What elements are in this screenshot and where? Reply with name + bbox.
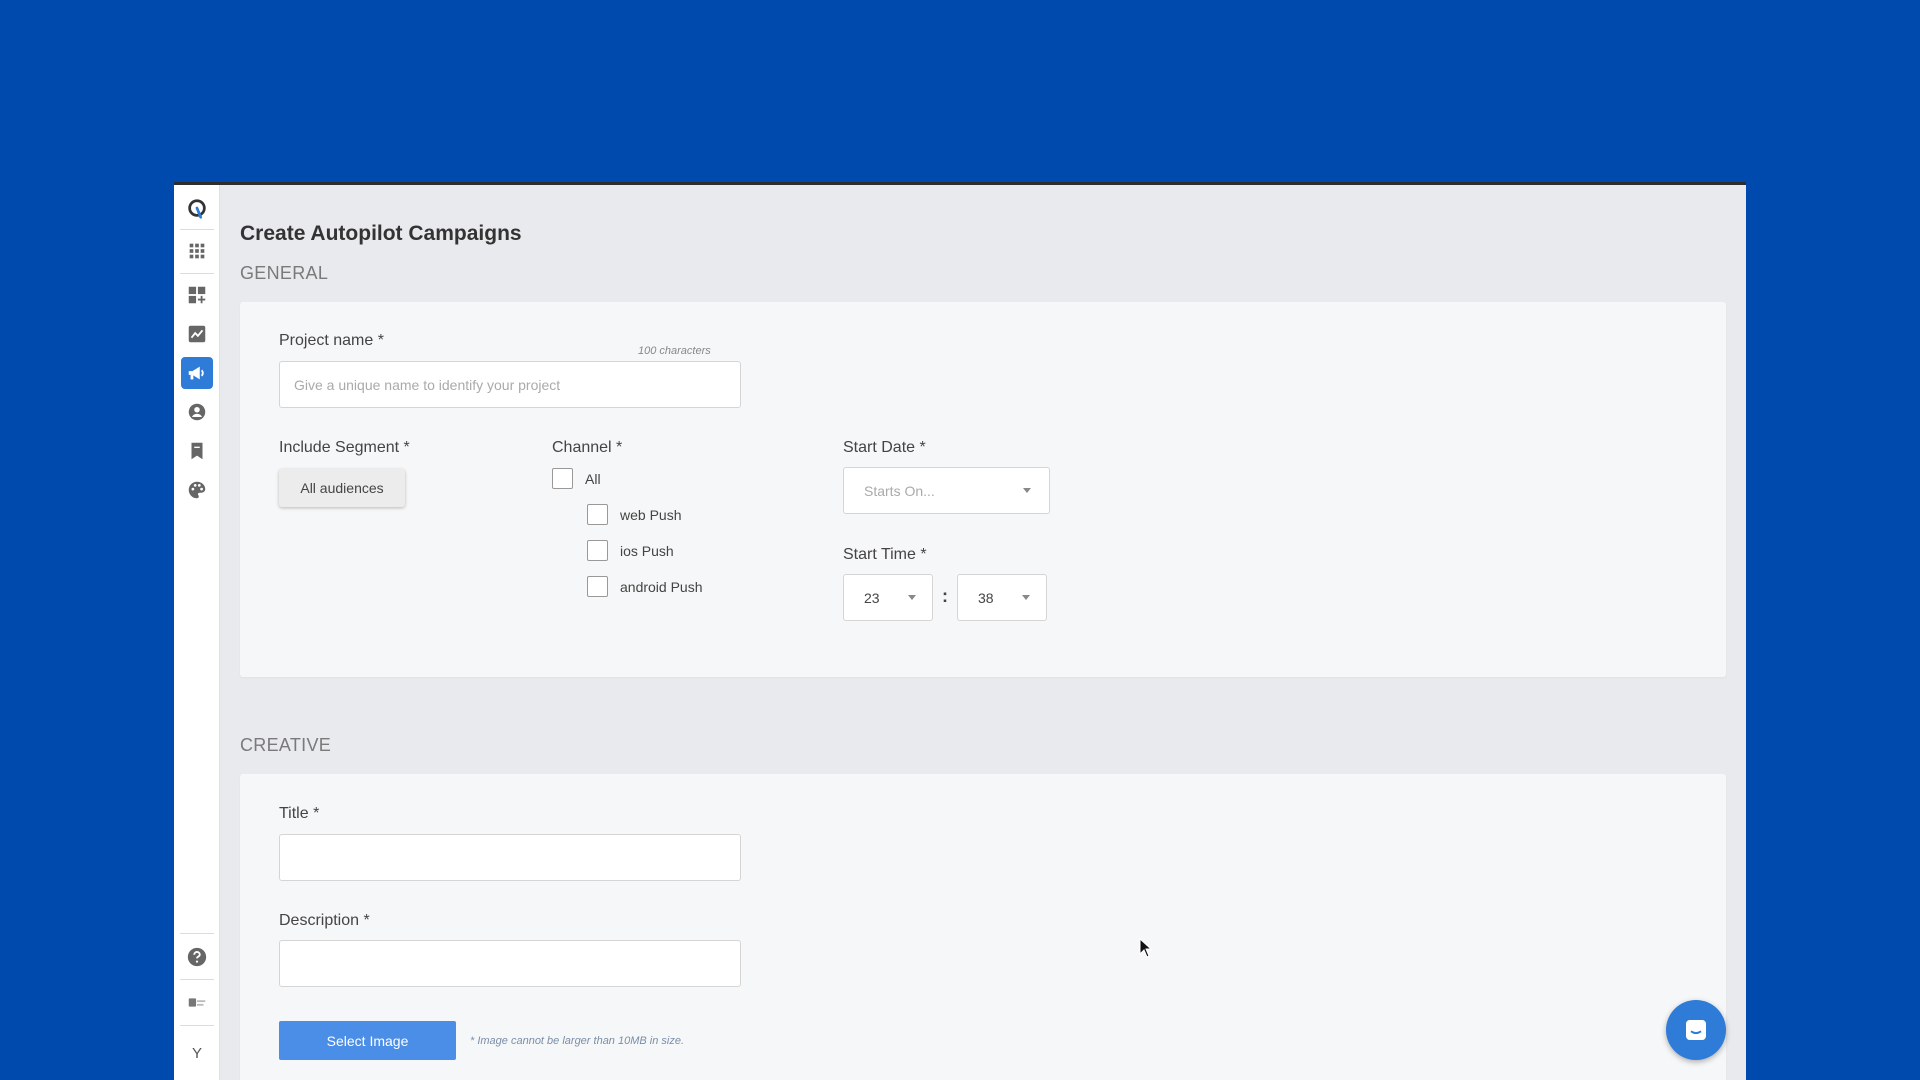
title-label: Title * — [279, 805, 320, 822]
channel-option-all[interactable]: All — [552, 468, 601, 489]
section-label-creative: CREATIVE — [240, 735, 332, 755]
chevron-down-icon — [1022, 595, 1030, 600]
sidebar-divider — [180, 933, 214, 934]
sidebar-divider — [180, 229, 214, 230]
chevron-down-icon — [908, 595, 916, 600]
general-card: Project name * 100 characters Include Se… — [240, 302, 1726, 677]
project-name-char-hint: 100 characters — [638, 345, 711, 357]
sidebar-divider — [180, 979, 214, 980]
description-label: Description * — [279, 912, 370, 929]
chat-launcher-button[interactable] — [1666, 1000, 1726, 1060]
apps-grid-icon[interactable] — [181, 235, 213, 267]
image-size-note: * Image cannot be larger than 10MB in si… — [470, 1035, 685, 1047]
start-time-hour-select[interactable]: 23 — [843, 574, 933, 621]
user-initial: Y — [191, 1044, 202, 1062]
checkbox-label: android Push — [620, 578, 703, 595]
minute-value: 38 — [978, 589, 994, 606]
start-time-minute-select[interactable]: 38 — [957, 574, 1047, 621]
help-circle-icon[interactable] — [181, 941, 213, 973]
checkbox-label: All — [585, 470, 601, 487]
app-window: Y Create Autopilot Campaigns GENERAL Pro… — [174, 182, 1746, 1080]
start-time-label: Start Time * — [843, 546, 927, 563]
mouse-pointer-icon — [1139, 938, 1153, 958]
project-name-label: Project name * — [279, 332, 384, 349]
title-input[interactable] — [279, 834, 741, 881]
start-date-select[interactable]: Starts On... — [843, 467, 1050, 514]
page-title: Create Autopilot Campaigns — [240, 222, 522, 245]
creative-card: Title * Description * Select Image * Ima… — [240, 774, 1726, 1080]
dashboard-add-icon[interactable] — [181, 279, 213, 311]
analytics-chart-icon[interactable] — [181, 318, 213, 350]
main-content: Create Autopilot Campaigns GENERAL Proje… — [220, 185, 1746, 1080]
channel-label: Channel * — [552, 439, 623, 456]
chevron-down-icon — [1023, 488, 1031, 493]
brand-badge-icon[interactable] — [181, 987, 213, 1019]
project-name-input[interactable] — [279, 361, 741, 408]
description-input[interactable] — [279, 940, 741, 987]
channel-option-web-push[interactable]: web Push — [587, 504, 681, 525]
time-separator: : — [942, 586, 948, 606]
app-logo-icon[interactable] — [181, 193, 213, 225]
sidebar-divider — [180, 1025, 214, 1026]
all-audiences-button[interactable]: All audiences — [279, 469, 405, 507]
user-avatar[interactable]: Y — [181, 1037, 213, 1069]
hour-value: 23 — [864, 589, 880, 606]
checkbox[interactable] — [587, 540, 608, 561]
megaphone-icon[interactable] — [181, 357, 213, 389]
sidebar-divider — [180, 273, 214, 274]
channel-option-android-push[interactable]: android Push — [587, 576, 703, 597]
checkbox[interactable] — [587, 504, 608, 525]
channel-option-ios-push[interactable]: ios Push — [587, 540, 674, 561]
palette-icon[interactable] — [181, 474, 213, 506]
chat-icon — [1686, 1020, 1706, 1040]
checkbox-label: web Push — [620, 506, 682, 523]
checkbox[interactable] — [587, 576, 608, 597]
include-segment-label: Include Segment * — [279, 439, 410, 456]
bookmark-icon[interactable] — [181, 435, 213, 467]
checkbox[interactable] — [552, 468, 573, 489]
start-date-label: Start Date * — [843, 439, 926, 456]
sidebar: Y — [174, 185, 220, 1080]
start-date-placeholder: Starts On... — [864, 482, 935, 499]
checkbox-label: ios Push — [620, 542, 674, 559]
select-image-button[interactable]: Select Image — [279, 1021, 456, 1060]
user-circle-icon[interactable] — [181, 396, 213, 428]
section-label-general: GENERAL — [240, 263, 329, 283]
